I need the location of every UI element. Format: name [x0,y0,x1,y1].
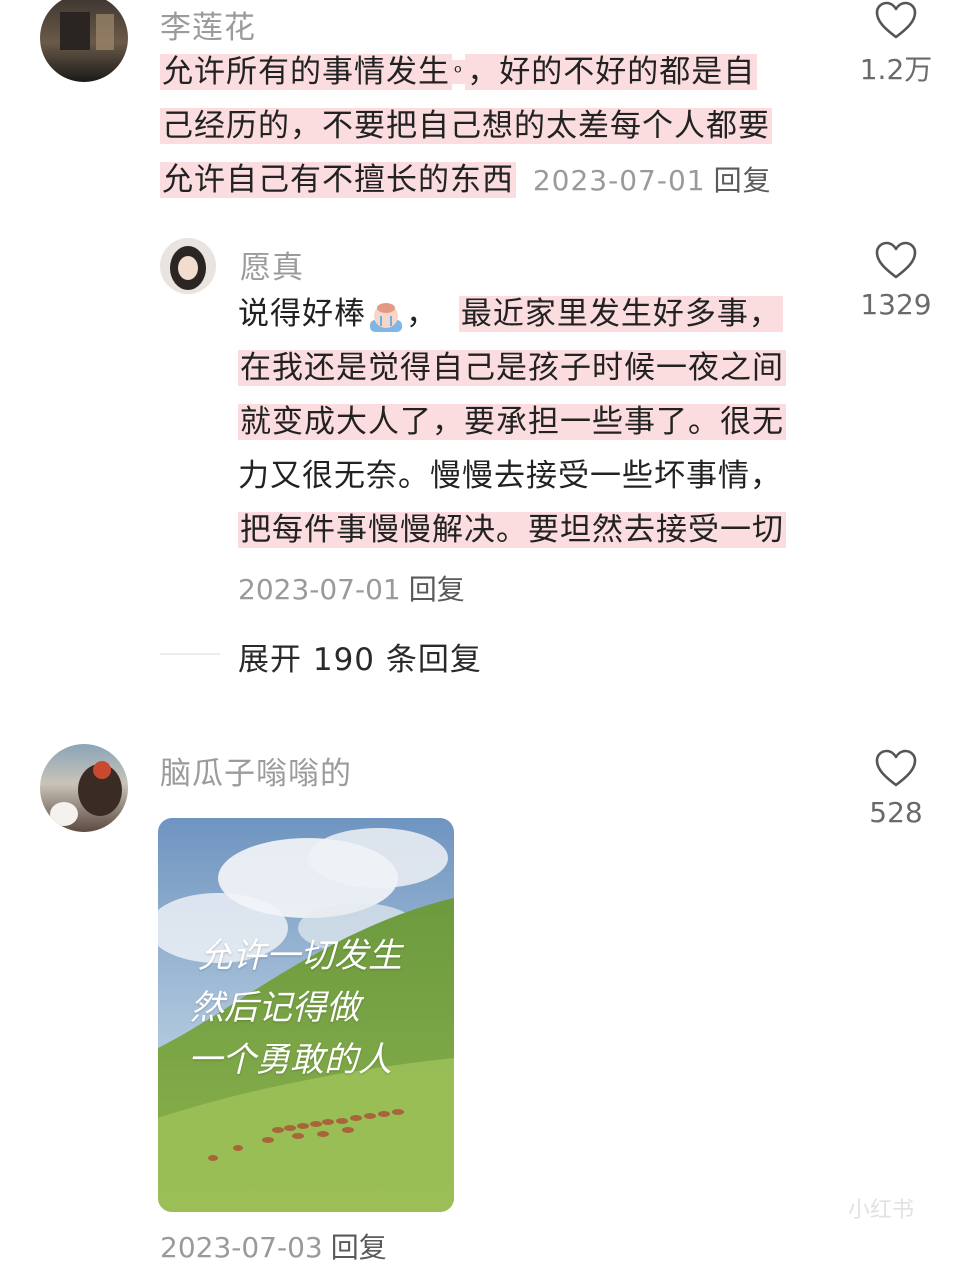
comment-text-segment: 最近家里发生好多事， [458,296,783,332]
heart-outline-icon [875,1,917,39]
like-button[interactable]: 1.2万 [856,0,936,88]
heart-outline-icon [875,749,917,787]
like-count: 1329 [860,288,932,321]
watermark: 小红书 [848,1198,915,1223]
heart-outline-icon [875,241,917,279]
comment-text-line: 力又很无奈。慢慢去接受一些坏事情， [238,458,782,494]
comment-text-line: 就变成大人了，要承担一些事了。很无 [238,404,786,440]
comment-meta: 2023-07-03 回复 [160,1226,387,1266]
image-text-line: 一个勇敢的人 [188,1040,392,1080]
comment-date: 2023-07-03 [160,1231,323,1264]
comment-text-line: 把每件事慢慢解决。要坦然去接受一切 [238,512,786,548]
comment-text-line: 在我还是觉得自己是孩子时候一夜之间 [238,350,786,386]
comment-date: 2023-07-01 [238,573,401,606]
comment-text-line: 己经历的，不要把自己想的太差每个人都要 [160,108,772,144]
search-icon[interactable]: ᵒ [452,60,466,84]
comment-date: 2023-07-01 [532,164,706,197]
expand-replies-button[interactable]: 展开 190 条回复 [238,634,482,679]
comment-username[interactable]: 愿真 [240,242,304,287]
comment-image[interactable]: 允许一切发生 然后记得做 一个勇敢的人 [158,818,454,1212]
comment-meta: 2023-07-01 回复 [238,568,465,608]
comment-text-segment: ， [406,296,438,332]
comment-text-segment: 说得好棒 [238,296,366,332]
reply-button[interactable]: 回复 [409,573,465,606]
reply-button[interactable]: 回复 [331,1231,387,1264]
comment-username[interactable]: 李莲花 [160,2,256,47]
image-text-line: 允许一切发生 [198,936,402,976]
like-button[interactable]: 528 [856,748,936,829]
avatar-user-1[interactable] [40,0,128,82]
comment-text-segment: ，好的不好的都是自 [465,54,758,90]
image-overlay-text: 允许一切发生 然后记得做 一个勇敢的人 [188,930,402,1086]
comment-username[interactable]: 脑瓜子嗡嗡的 [160,748,352,793]
crying-emoji-icon [366,298,406,334]
like-count: 528 [869,796,923,829]
avatar-user-2[interactable] [160,238,216,294]
comment-text-segment: 允许所有的事情发生 [160,54,452,90]
avatar-user-3[interactable] [40,744,128,832]
expand-divider [160,653,220,655]
like-button[interactable]: 1329 [856,240,936,321]
image-text-line: 然后记得做 [190,988,360,1028]
comment-text-line: 允许自己有不擅长的东西 [160,162,516,198]
like-count: 1.2万 [859,53,933,86]
reply-button[interactable]: 回复 [714,164,772,197]
